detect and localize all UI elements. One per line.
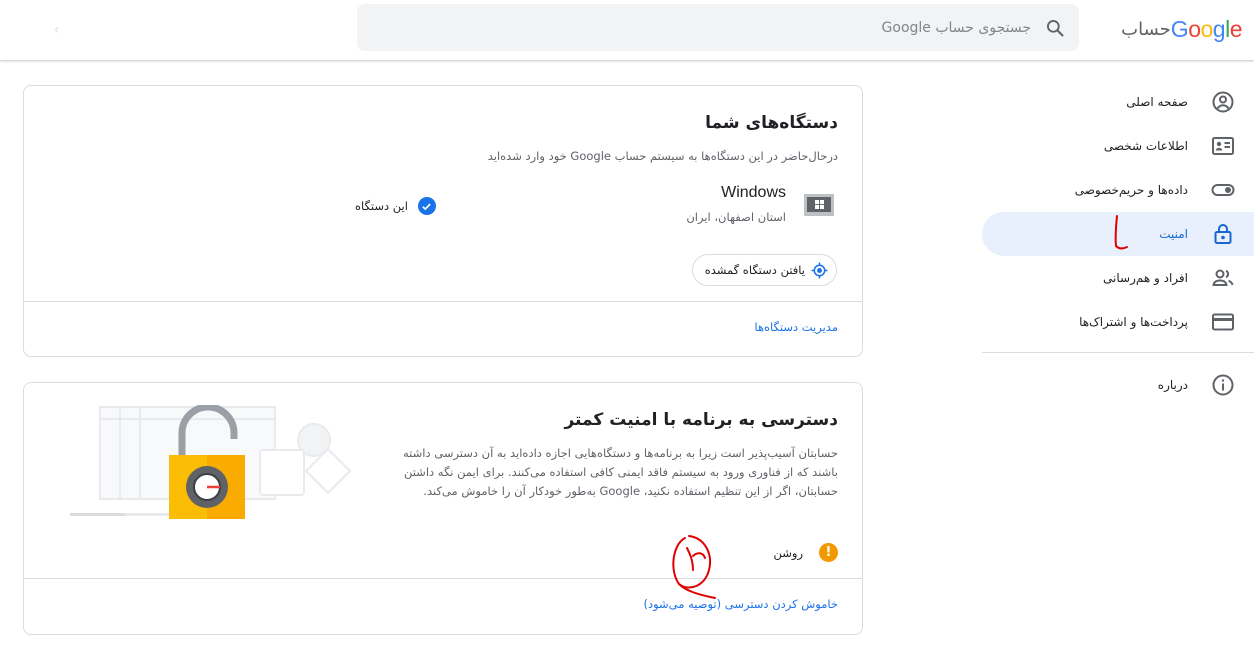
find-lost-device-button[interactable]: یافتن دستگاه گمشده [691,254,837,286]
sidebar-nav: صفحه اصلی اطلاعات شخصی داده‌ها و حریم‌خص… [982,80,1254,407]
card-divider [24,578,862,579]
sidebar-item-data-privacy[interactable]: داده‌ها و حریم‌خصوصی [982,168,1254,212]
turn-off-access-link[interactable]: خاموش کردن دسترسی (توصیه می‌شود) [643,597,838,611]
search-icon[interactable] [1031,4,1079,51]
sidebar-item-personal-info[interactable]: اطلاعات شخصی [982,124,1254,168]
credit-card-icon [1210,309,1236,335]
sidebar-item-label: صفحه اصلی [1126,95,1188,109]
find-lost-device-label: یافتن دستگاه گمشده [704,263,805,277]
google-logo: Google [1170,15,1243,42]
chevron-left-icon: ‹ [54,22,60,38]
people-icon [1210,265,1236,291]
devices-card-description: درحال‌حاضر در این دستگاه‌ها به سیستم حسا… [487,149,838,163]
manage-devices-link[interactable]: مدیریت دستگاه‌ها [754,320,838,334]
card-divider [24,301,862,302]
sidebar-item-label: افراد و هم‌رسانی [1103,271,1188,285]
devices-card-title: دستگاه‌های شما [705,113,838,133]
location-target-icon [811,261,828,279]
sidebar-item-label: داده‌ها و حریم‌خصوصی [1074,183,1188,197]
top-bar: Google حساب ‹ [0,0,1254,60]
warning-icon: ! [819,543,838,562]
search-bar[interactable] [357,4,1079,51]
sidebar-item-about[interactable]: درباره [982,363,1254,407]
person-card-icon [1210,133,1236,159]
google-account-logo[interactable]: Google حساب [1119,14,1242,44]
this-device-label: این دستگاه [355,199,408,213]
access-status: ! روشن [773,543,838,562]
sidebar-item-home[interactable]: صفحه اصلی [982,80,1254,124]
device-name[interactable]: Windows [721,184,786,202]
info-icon [1210,372,1236,398]
sidebar-item-people-sharing[interactable]: افراد و هم‌رسانی [982,256,1254,300]
check-circle-icon [417,197,436,215]
devices-card: دستگاه‌های شما درحال‌حاضر در این دستگاه‌… [23,85,863,357]
sidebar-item-security[interactable]: امنیت [982,212,1254,256]
less-secure-access-card: دسترسی به برنامه با امنیت کمتر حسابتان آ… [23,382,863,635]
this-device-indicator: این دستگاه [355,197,436,215]
access-status-label: روشن [773,545,804,560]
search-input[interactable] [431,7,1031,48]
less-secure-card-description: حسابتان آسیب‌پذیر است زیرا به برنامه‌ها … [402,446,838,498]
sidebar-item-label: امنیت [1159,227,1188,241]
sidebar-divider [982,352,1254,353]
sidebar-item-label: درباره [1157,378,1188,392]
lock-icon [1210,221,1236,247]
device-location: استان اصفهان، ایران [686,210,786,224]
windows-device-icon [804,194,834,216]
sidebar-item-label: اطلاعات شخصی [1103,139,1188,153]
sidebar-item-payments[interactable]: پرداخت‌ها و اشتراک‌ها [982,300,1254,344]
sidebar-item-label: پرداخت‌ها و اشتراک‌ها [1079,315,1188,329]
toggle-icon [1210,177,1236,203]
less-secure-card-title: دسترسی به برنامه با امنیت کمتر [564,410,838,430]
unlocked-padlock-illustration [70,405,352,519]
home-icon [1210,89,1236,115]
product-name: حساب [1121,18,1171,40]
